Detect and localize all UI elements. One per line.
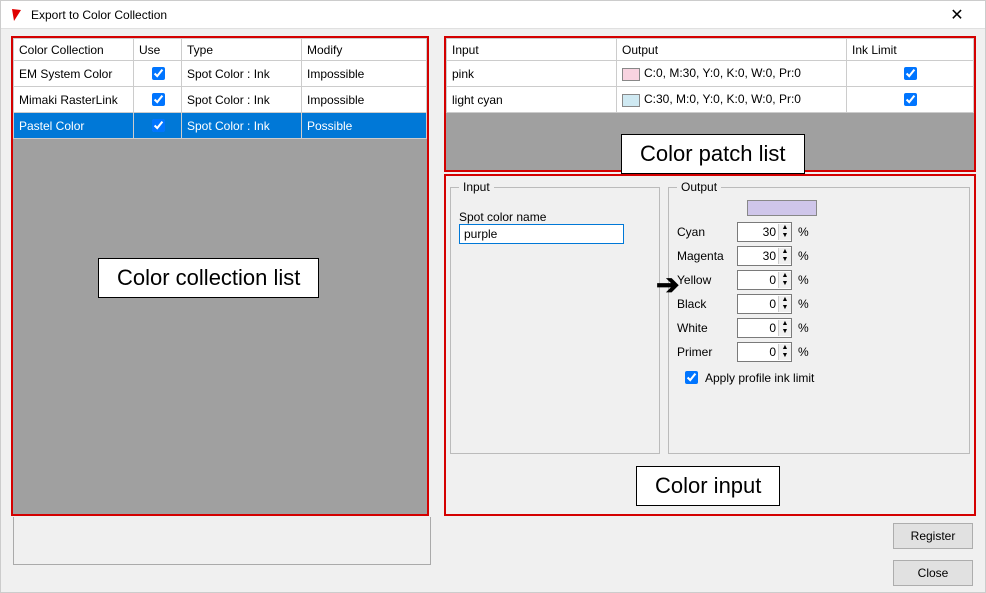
arrow-right-icon: ➔ (656, 268, 679, 301)
cell-type: Spot Color : Ink (182, 61, 302, 87)
channel-spinner[interactable]: ▲▼ (737, 342, 792, 362)
annotation-collection-list: Color collection list (98, 258, 319, 298)
cell-modify: Possible (302, 113, 427, 139)
window-title: Export to Color Collection (31, 8, 937, 22)
cell-input: light cyan (447, 87, 617, 113)
spin-up-icon[interactable]: ▲ (779, 296, 791, 304)
col-header-modify[interactable]: Modify (302, 39, 427, 61)
spin-down-icon[interactable]: ▼ (779, 328, 791, 336)
channel-value-input[interactable] (738, 271, 778, 289)
spin-up-icon[interactable]: ▲ (779, 320, 791, 328)
channel-label: Magenta (677, 249, 737, 263)
channel-value-input[interactable] (738, 247, 778, 265)
channel-row: Black▲▼% (677, 294, 961, 314)
spot-color-input[interactable] (459, 224, 624, 244)
table-row[interactable]: pinkC:0, M:30, Y:0, K:0, W:0, Pr:0 (447, 61, 974, 87)
cell-name: Mimaki RasterLink (14, 87, 134, 113)
col-header-name[interactable]: Color Collection (14, 39, 134, 61)
col-header-type[interactable]: Type (182, 39, 302, 61)
annotation-color-input: Color input (636, 466, 780, 506)
cell-modify: Impossible (302, 87, 427, 113)
patch-header-inklimit[interactable]: Ink Limit (847, 39, 974, 61)
color-collection-table[interactable]: Color Collection Use Type Modify EM Syst… (13, 38, 427, 139)
patch-header-input[interactable]: Input (447, 39, 617, 61)
channel-label: Primer (677, 345, 737, 359)
channel-row: Magenta▲▼% (677, 246, 961, 266)
pct-label: % (798, 273, 809, 287)
channel-label: Cyan (677, 225, 737, 239)
apply-ink-limit-checkbox[interactable] (685, 371, 698, 384)
register-button[interactable]: Register (893, 523, 973, 549)
channel-spinner[interactable]: ▲▼ (737, 246, 792, 266)
channel-spinner[interactable]: ▲▼ (737, 294, 792, 314)
inklimit-checkbox[interactable] (904, 67, 917, 80)
input-fieldset-legend: Input (459, 180, 494, 194)
spin-down-icon[interactable]: ▼ (779, 280, 791, 288)
apply-ink-limit-label: Apply profile ink limit (705, 371, 814, 385)
pct-label: % (798, 249, 809, 263)
pct-label: % (798, 225, 809, 239)
use-checkbox[interactable] (152, 119, 165, 132)
spin-up-icon[interactable]: ▲ (779, 272, 791, 280)
cell-output: C:0, M:30, Y:0, K:0, W:0, Pr:0 (617, 61, 847, 87)
spin-down-icon[interactable]: ▼ (779, 232, 791, 240)
table-row[interactable]: Mimaki RasterLink Spot Color : InkImpossi… (14, 87, 427, 113)
close-icon[interactable]: ✕ (937, 1, 977, 29)
channel-value-input[interactable] (738, 319, 778, 337)
spot-color-label: Spot color name (459, 210, 651, 224)
channel-row: Cyan▲▼% (677, 222, 961, 242)
spin-down-icon[interactable]: ▼ (779, 304, 791, 312)
inklimit-checkbox[interactable] (904, 93, 917, 106)
channel-row: Primer▲▼% (677, 342, 961, 362)
spin-down-icon[interactable]: ▼ (779, 352, 791, 360)
cell-output: C:30, M:0, Y:0, K:0, W:0, Pr:0 (617, 87, 847, 113)
spin-up-icon[interactable]: ▲ (779, 224, 791, 232)
cell-modify: Impossible (302, 61, 427, 87)
titlebar: Export to Color Collection ✕ (1, 1, 985, 29)
channel-spinner[interactable]: ▲▼ (737, 222, 792, 242)
col-header-use[interactable]: Use (134, 39, 182, 61)
cell-type: Spot Color : Ink (182, 87, 302, 113)
channel-value-input[interactable] (738, 295, 778, 313)
color-input-panel: Input Spot color name ➔ Output Cyan▲▼%Ma… (444, 174, 976, 516)
spin-down-icon[interactable]: ▼ (779, 256, 791, 264)
spin-up-icon[interactable]: ▲ (779, 248, 791, 256)
app-icon (9, 7, 25, 23)
spin-up-icon[interactable]: ▲ (779, 344, 791, 352)
output-fieldset-legend: Output (677, 180, 721, 194)
channel-label: Black (677, 297, 737, 311)
channel-label: Yellow (677, 273, 737, 287)
cell-input: pink (447, 61, 617, 87)
pct-label: % (798, 345, 809, 359)
pct-label: % (798, 297, 809, 311)
table-row[interactable]: light cyanC:30, M:0, Y:0, K:0, W:0, Pr:0 (447, 87, 974, 113)
cell-name: EM System Color (14, 61, 134, 87)
color-patch-list-panel: Input Output Ink Limit pinkC:0, M:30, Y:… (444, 36, 976, 172)
table-row[interactable]: Pastel Color Spot Color : InkPossible (14, 113, 427, 139)
use-checkbox[interactable] (152, 67, 165, 80)
use-checkbox[interactable] (152, 93, 165, 106)
color-patch-table[interactable]: Input Output Ink Limit pinkC:0, M:30, Y:… (446, 38, 974, 113)
pct-label: % (798, 321, 809, 335)
annotation-patch-list: Color patch list (621, 134, 805, 174)
table-row[interactable]: EM System Color Spot Color : InkImpossibl… (14, 61, 427, 87)
channel-row: Yellow▲▼% (677, 270, 961, 290)
output-color-preview (747, 200, 817, 216)
cell-type: Spot Color : Ink (182, 113, 302, 139)
channel-value-input[interactable] (738, 343, 778, 361)
channel-spinner[interactable]: ▲▼ (737, 270, 792, 290)
patch-header-output[interactable]: Output (617, 39, 847, 61)
color-collection-list-panel: Color Collection Use Type Modify EM Syst… (11, 36, 429, 516)
close-button[interactable]: Close (893, 560, 973, 586)
channel-label: White (677, 321, 737, 335)
channel-row: White▲▼% (677, 318, 961, 338)
channel-spinner[interactable]: ▲▼ (737, 318, 792, 338)
channel-value-input[interactable] (738, 223, 778, 241)
cell-name: Pastel Color (14, 113, 134, 139)
